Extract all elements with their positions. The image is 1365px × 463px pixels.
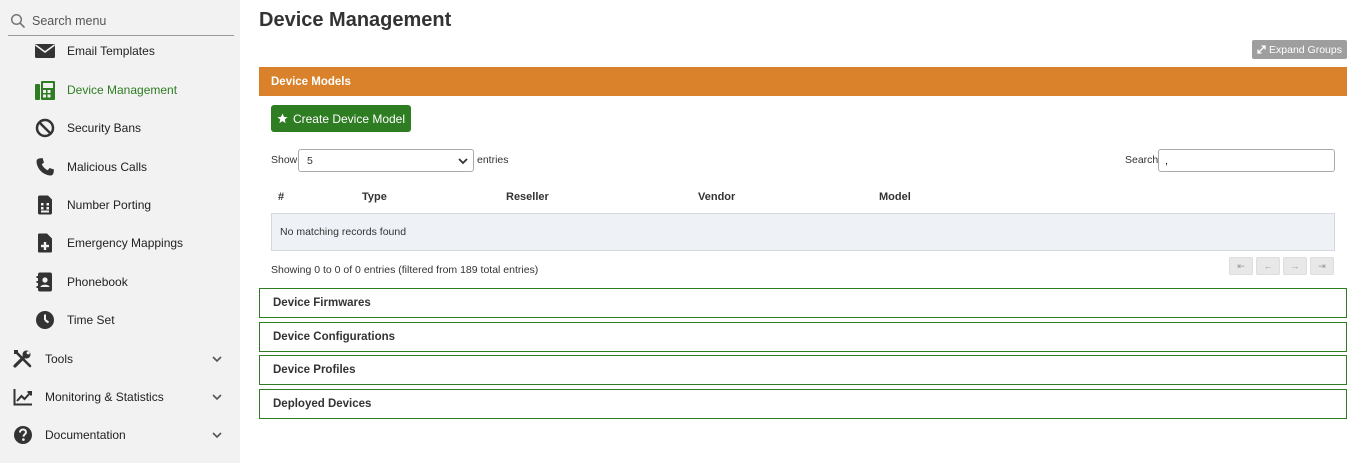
entries-label: entries — [477, 154, 509, 166]
sidebar-item-label: Phonebook — [67, 275, 128, 289]
panel-title: Deployed Devices — [273, 398, 372, 410]
device-models-title: Device Models — [271, 75, 351, 88]
search-icon — [10, 13, 26, 28]
sidebar: Email Templates Device Management Securi… — [0, 0, 240, 463]
panel-device-profiles[interactable]: Device Profiles — [259, 355, 1347, 385]
table-search-input[interactable] — [1158, 149, 1335, 172]
panel-device-configurations[interactable]: Device Configurations — [259, 322, 1347, 352]
previous-page-label: ← — [1263, 261, 1273, 271]
first-page-label: ⇤ — [1237, 260, 1245, 271]
first-page-button[interactable]: ⇤ — [1229, 257, 1253, 275]
chevron-down-icon — [212, 356, 222, 363]
sidebar-item-label: Email Templates — [67, 44, 155, 58]
next-page-button[interactable]: → — [1283, 257, 1307, 275]
chart-line-icon — [12, 386, 34, 408]
panel-title: Device Firmwares — [273, 297, 371, 309]
phone-icon — [34, 156, 56, 178]
fax-icon — [34, 79, 56, 101]
entries-select[interactable]: 5 — [298, 149, 474, 172]
sidebar-item-security-bans[interactable]: Security Bans — [0, 109, 240, 147]
sidebar-item-label: Emergency Mappings — [67, 236, 184, 250]
table-info: Showing 0 to 0 of 0 entries (filtered fr… — [271, 264, 539, 276]
panel-device-firmwares[interactable]: Device Firmwares — [259, 288, 1347, 318]
sidebar-group-label: Documentation — [45, 428, 126, 442]
address-book-icon — [34, 271, 56, 293]
device-models-header[interactable]: Device Models — [259, 67, 1347, 96]
table-search-label: Search: — [1125, 154, 1162, 166]
show-label: Show — [271, 154, 298, 166]
panel-deployed-devices[interactable]: Deployed Devices — [259, 389, 1347, 419]
previous-page-button[interactable]: ← — [1256, 257, 1280, 275]
sidebar-item-device-management[interactable]: Device Management — [0, 71, 240, 109]
menu-search-input[interactable] — [32, 13, 222, 28]
ban-icon — [34, 117, 56, 139]
tools-icon — [12, 348, 34, 370]
sim-card-icon — [34, 194, 56, 216]
sidebar-item-malicious-calls[interactable]: Malicious Calls — [0, 148, 240, 186]
sidebar-item-label: Device Management — [67, 83, 178, 97]
file-medical-icon — [34, 232, 56, 254]
entries-select-value: 5 — [307, 154, 313, 167]
chevron-down-icon — [212, 432, 222, 439]
empty-table-row: No matching records found — [271, 213, 1335, 251]
empty-message: No matching records found — [280, 226, 407, 238]
sidebar-item-label: Time Set — [67, 313, 115, 327]
column-header-model[interactable]: Model — [879, 191, 911, 203]
sidebar-item-number-porting[interactable]: Number Porting — [0, 186, 240, 224]
expand-groups-label: Expand Groups — [1269, 43, 1342, 56]
sidebar-item-label: Number Porting — [67, 198, 152, 212]
main-content: Device Management Expand Groups Device M… — [240, 0, 1365, 463]
chevron-down-icon — [212, 394, 222, 401]
column-header-type[interactable]: Type — [362, 191, 387, 203]
panel-title: Device Configurations — [273, 331, 396, 343]
column-header-number[interactable]: # — [278, 191, 284, 203]
sidebar-item-emergency-mappings[interactable]: Emergency Mappings — [0, 224, 240, 262]
last-page-button[interactable]: ⇥ — [1310, 257, 1334, 275]
panel-title: Device Profiles — [273, 364, 356, 376]
next-page-label: → — [1290, 261, 1300, 271]
create-device-model-button[interactable]: Create Device Model — [271, 105, 411, 132]
sidebar-item-label: Malicious Calls — [67, 160, 148, 174]
sidebar-group-documentation[interactable]: Documentation — [0, 416, 240, 454]
sidebar-item-time-set[interactable]: Time Set — [0, 301, 240, 339]
page-title: Device Management — [259, 9, 452, 31]
expand-groups-button[interactable]: Expand Groups — [1252, 40, 1347, 59]
sidebar-item-email-templates[interactable]: Email Templates — [0, 32, 240, 70]
column-header-reseller[interactable]: Reseller — [506, 191, 549, 203]
column-header-vendor[interactable]: Vendor — [698, 191, 735, 203]
sidebar-group-monitoring[interactable]: Monitoring & Statistics — [0, 378, 240, 416]
sidebar-item-phonebook[interactable]: Phonebook — [0, 263, 240, 301]
sidebar-group-label: Monitoring & Statistics — [45, 390, 164, 404]
envelope-icon — [34, 40, 56, 62]
expand-icon — [1257, 45, 1266, 54]
last-page-label: ⇥ — [1318, 260, 1326, 271]
sidebar-item-label: Security Bans — [67, 121, 142, 135]
clock-icon — [34, 309, 56, 331]
sidebar-group-tools[interactable]: Tools — [0, 340, 240, 378]
question-circle-icon — [12, 424, 34, 446]
create-device-model-label: Create Device Model — [292, 111, 406, 126]
sidebar-group-label: Tools — [45, 352, 74, 366]
star-icon — [277, 113, 288, 124]
chevron-down-icon — [458, 158, 468, 165]
